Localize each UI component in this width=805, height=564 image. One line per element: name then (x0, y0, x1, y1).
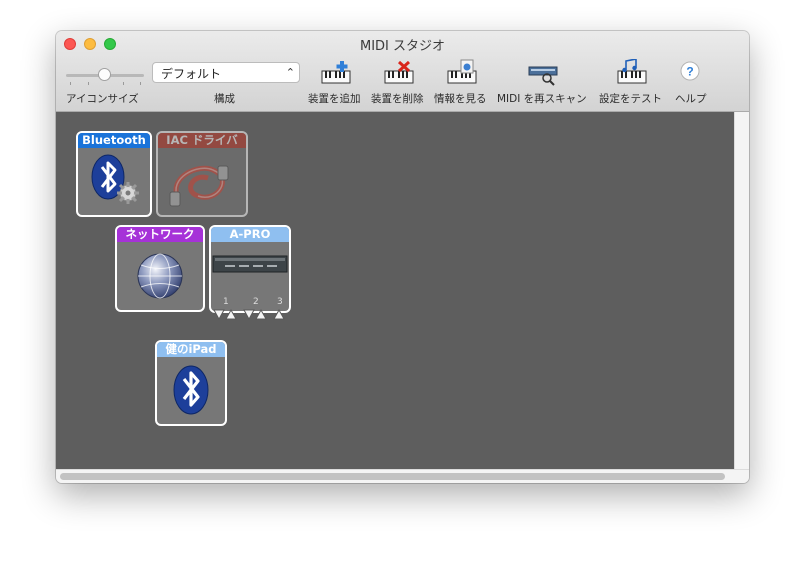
slider-tick (88, 82, 89, 85)
rescan-midi-button[interactable] (523, 59, 563, 87)
iac-cable-icon (169, 165, 229, 207)
midi-interface-icon (212, 255, 288, 273)
device-canvas[interactable]: Bluetooth IAC ドライバ ネットワーク A-PRO 1 2 3 健の… (56, 112, 734, 469)
device-network[interactable]: ネットワーク (115, 225, 205, 312)
slider-tick (123, 82, 124, 85)
show-info-label: 情報を見る (434, 93, 487, 105)
midi-studio-window: MIDI スタジオ アイコンサイズ デフォルト ⌃ 構成 装置を追加 装置を削除… (56, 31, 749, 483)
slider-tick (140, 82, 141, 85)
window-title: MIDI スタジオ (359, 39, 446, 54)
a-pro-port-connectors (213, 308, 285, 321)
keyboard-remove-icon (384, 60, 414, 84)
out-port-2[interactable] (243, 309, 255, 321)
port-number: 2 (253, 297, 259, 307)
icon-size-label: アイコンサイズ (66, 93, 139, 105)
help-icon: ? (680, 61, 700, 81)
device-name: A-PRO (211, 227, 289, 242)
in-port-1[interactable] (225, 308, 237, 320)
slider-thumb[interactable] (98, 68, 111, 81)
icon-size-slider[interactable] (66, 68, 144, 85)
test-setup-label: 設定をテスト (599, 93, 662, 105)
network-globe-icon (137, 253, 183, 299)
help-glyph: ? (686, 65, 693, 79)
add-device-label: 装置を追加 (308, 93, 361, 105)
device-ipad[interactable]: 健のiPad (155, 340, 227, 426)
slider-tick (70, 82, 71, 85)
config-value: デフォルト (161, 67, 222, 81)
rescan-icon (528, 66, 558, 86)
bluetooth-icon (173, 365, 209, 415)
chevron-updown-icon: ⌃ (285, 66, 295, 79)
device-name: Bluetooth (78, 133, 150, 148)
toolbar-area: MIDI スタジオ アイコンサイズ デフォルト ⌃ 構成 装置を追加 装置を削除… (56, 31, 749, 112)
device-a-pro[interactable]: A-PRO 1 2 3 (209, 225, 291, 313)
rescan-label: MIDI を再スキャン (497, 93, 587, 105)
port-number: 3 (277, 297, 283, 307)
vertical-scrollbar[interactable] (734, 112, 749, 469)
show-info-button[interactable] (442, 59, 482, 87)
device-name: IAC ドライバ (158, 133, 246, 148)
device-name: ネットワーク (117, 227, 203, 242)
keyboard-info-icon (447, 59, 477, 84)
port-number: 1 (223, 297, 229, 307)
device-bluetooth[interactable]: Bluetooth (76, 131, 152, 217)
remove-device-label: 装置を削除 (371, 93, 424, 105)
test-setup-button[interactable] (612, 58, 652, 87)
in-port-2[interactable] (255, 308, 267, 320)
config-popup[interactable]: デフォルト ⌃ (152, 62, 300, 83)
add-device-button[interactable] (316, 59, 356, 87)
keyboard-music-note-icon (617, 58, 647, 84)
out-port-1[interactable] (213, 309, 225, 321)
in-port-3[interactable] (273, 308, 285, 320)
keyboard-add-icon (321, 61, 351, 84)
horizontal-scroll-knob[interactable] (60, 473, 725, 480)
help-button[interactable]: ? (670, 59, 710, 87)
remove-device-button[interactable] (379, 59, 419, 87)
bluetooth-gear-icon (91, 154, 139, 204)
device-name: 健のiPad (157, 342, 225, 357)
horizontal-scrollbar[interactable] (56, 469, 749, 483)
device-iac-driver[interactable]: IAC ドライバ (156, 131, 248, 217)
config-label: 構成 (214, 93, 235, 105)
help-label: ヘルプ (675, 93, 707, 105)
